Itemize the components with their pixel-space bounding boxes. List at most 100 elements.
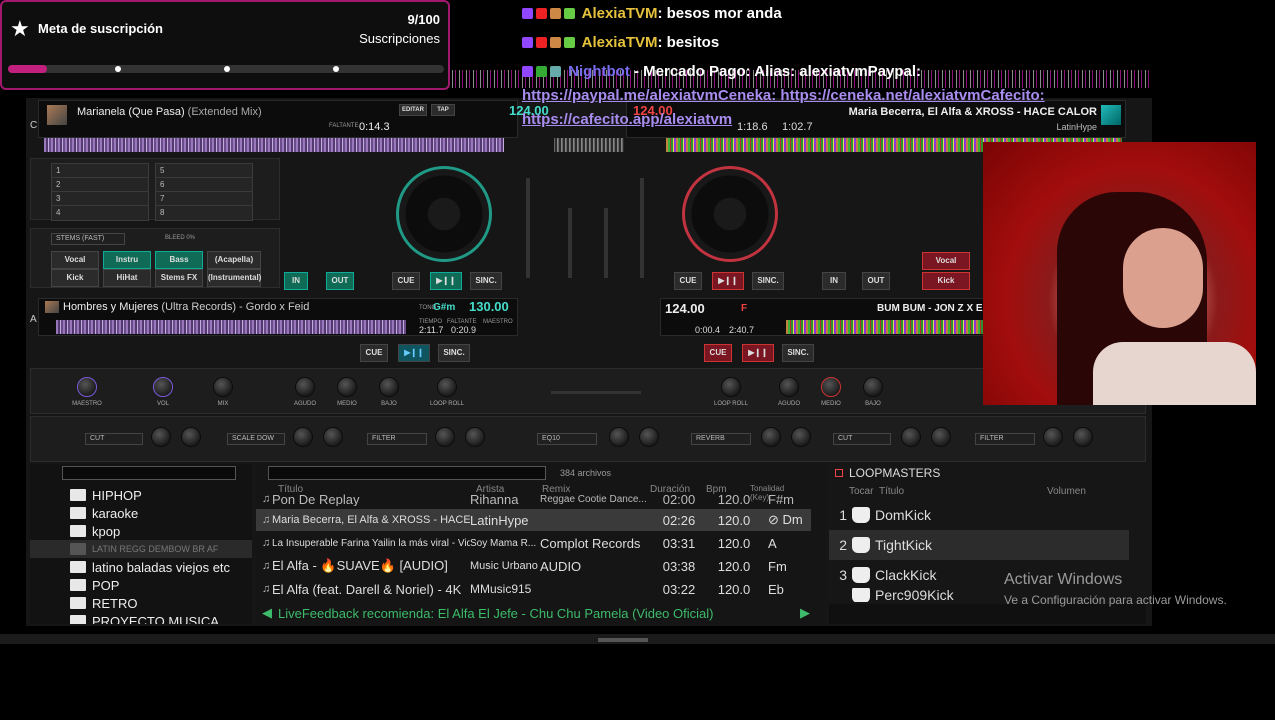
fx-res-knob-b[interactable] [1073, 427, 1093, 447]
folder-item[interactable]: latino baladas viejos etc [30, 558, 252, 576]
stems-mode-dropdown[interactable]: STEMS (FAST) [51, 233, 125, 245]
fx-cut-dropdown-b[interactable]: CUT [833, 433, 891, 445]
vol-knob[interactable] [153, 377, 173, 397]
stem-fx-button[interactable]: Stems FX [155, 269, 203, 287]
stem-bass-button[interactable]: Bass [155, 251, 203, 269]
edit-button[interactable]: EDITAR [399, 104, 427, 116]
fx-len-knob-b2[interactable] [931, 427, 951, 447]
track-search-input[interactable] [268, 466, 546, 480]
fx-pos-knob-b[interactable] [1043, 427, 1063, 447]
play-button-d[interactable]: ▶❙❙ [712, 272, 744, 290]
mix-knob[interactable] [213, 377, 233, 397]
stem-kick-button-d[interactable]: Kick [922, 272, 970, 290]
prev-arrow-icon[interactable]: ◀ [262, 605, 272, 621]
track-row[interactable]: ♫ El Alfa - 🔥SUAVE🔥 [AUDIO] Music Urbano… [256, 555, 811, 577]
tap-button[interactable]: TAP [431, 104, 455, 116]
loop-out-button-c[interactable]: OUT [326, 272, 354, 290]
cue-button-d[interactable]: CUE [674, 272, 702, 290]
play-button-a[interactable]: ▶❙❙ [398, 344, 430, 362]
next-arrow-icon[interactable]: ▶ [800, 605, 810, 621]
fx-filter-dropdown-a[interactable]: FILTER [367, 433, 427, 445]
hotcue-8[interactable]: 8 [155, 205, 253, 221]
sync-button-b[interactable]: SINC. [782, 344, 814, 362]
cue-button-b[interactable]: CUE [704, 344, 732, 362]
sample-item[interactable]: 1 DomKick [829, 500, 1129, 530]
fx-cut-dropdown-a[interactable]: CUT [85, 433, 143, 445]
sync-button-a[interactable]: SINC. [438, 344, 470, 362]
fx-scale-down-dropdown[interactable]: SCALE DOW [227, 433, 285, 445]
deck-c-jog-wheel[interactable] [396, 166, 492, 262]
track-row-highlighted[interactable]: ♫ Maria Becerra, El Alfa & XROSS - HACE … [256, 509, 811, 531]
volume-fader-d[interactable] [604, 208, 608, 278]
folder-item[interactable]: HIPHOP [30, 486, 252, 504]
chat-user[interactable]: Nightbot [568, 63, 630, 80]
pitch-slider-c[interactable] [526, 178, 530, 278]
folder-item[interactable]: RETRO [30, 594, 252, 612]
loop-in-button-c[interactable]: IN [284, 272, 308, 290]
track-row[interactable]: ♫ La Insuperable Farina Yailin la más vi… [256, 532, 811, 554]
loop-roll-knob-b[interactable] [721, 377, 741, 397]
fx-str-knob-a2[interactable] [293, 427, 313, 447]
fx-len-knob-a[interactable] [181, 427, 201, 447]
fx-filter-dropdown-b[interactable]: FILTER [975, 433, 1035, 445]
fx-eq-dropdown[interactable]: EQ10 [537, 433, 597, 445]
agudo-knob-a[interactable] [295, 377, 315, 397]
sword-badge-icon [564, 8, 575, 19]
taskbar-scroll-thumb[interactable] [598, 638, 648, 642]
folder-search[interactable] [62, 466, 236, 480]
play-button-c[interactable]: ▶❙❙ [430, 272, 462, 290]
stem-vocal-button-d[interactable]: Vocal [922, 252, 970, 270]
maestro-knob[interactable] [77, 377, 97, 397]
fx-str-knob-a[interactable] [151, 427, 171, 447]
folder-item-selected[interactable]: LATIN REGG DEMBOW BR AF [30, 540, 252, 558]
eq-32hz-knob[interactable] [609, 427, 629, 447]
stem-acapella-button[interactable]: (Acapella) [207, 251, 261, 269]
hotcue-4[interactable]: 4 [51, 205, 149, 221]
fx-pos-knob-a[interactable] [435, 427, 455, 447]
track-key: Fm [768, 558, 787, 574]
stem-vocal-button[interactable]: Vocal [51, 251, 99, 269]
fx-res-knob-a[interactable] [465, 427, 485, 447]
medio-knob-b[interactable] [821, 377, 841, 397]
stem-hihat-button[interactable]: HiHat [103, 269, 151, 287]
deck-d-jog-wheel[interactable] [682, 166, 778, 262]
bajo-knob-a[interactable] [379, 377, 399, 397]
stem-instrumental-button[interactable]: (Instrumental) [207, 269, 261, 287]
track-row[interactable]: ♫ Pon De Replay Rihanna Reggae Cootie Da… [256, 492, 811, 506]
pitch-slider-d[interactable] [640, 178, 644, 278]
bajo-knob-b[interactable] [863, 377, 883, 397]
sample-item-selected[interactable]: 2 TightKick [829, 530, 1129, 560]
stem-instru-button[interactable]: Instru [103, 251, 151, 269]
chat-user[interactable]: AlexiaTVM [582, 5, 658, 22]
fx-len-knob-a2[interactable] [323, 427, 343, 447]
track-row[interactable]: ♫ El Alfa (feat. Darell & Noriel) - 4K M… [256, 578, 811, 600]
play-button-b[interactable]: ▶❙❙ [742, 344, 774, 362]
chat-link-line[interactable]: https://cafecito.app/alexiatvm [522, 111, 732, 128]
sync-button-c[interactable]: SINC. [470, 272, 502, 290]
loop-out-button-d[interactable]: OUT [862, 272, 890, 290]
fx-reverb-dropdown[interactable]: REVERB [691, 433, 751, 445]
folder-item[interactable]: kpop [30, 522, 252, 540]
cue-button-c[interactable]: CUE [392, 272, 420, 290]
medio-knob-a[interactable] [337, 377, 357, 397]
cue-button-a[interactable]: CUE [360, 344, 388, 362]
fx-dec-knob-b[interactable] [791, 427, 811, 447]
stem-kick-button[interactable]: Kick [51, 269, 99, 287]
volume-fader-c[interactable] [568, 208, 572, 278]
loop-roll-knob-a[interactable] [437, 377, 457, 397]
fx-str-knob-b2[interactable] [901, 427, 921, 447]
chat-message: Nightbot - Mercado Pago: Alias: alexiatv… [522, 63, 921, 80]
record-icon[interactable] [835, 469, 843, 477]
folder-item[interactable]: POP [30, 576, 252, 594]
fx-str-knob-b[interactable] [761, 427, 781, 447]
agudo-knob-b[interactable] [779, 377, 799, 397]
chat-user[interactable]: AlexiaTVM [582, 34, 658, 51]
folder-item[interactable]: PROYECTO MUSICA [30, 612, 252, 624]
sync-button-d[interactable]: SINC. [752, 272, 784, 290]
eq-63hz-knob[interactable] [639, 427, 659, 447]
chat-link-line[interactable]: https://paypal.me/alexiatvmCeneka: https… [522, 87, 1045, 104]
crossfader[interactable] [551, 391, 641, 394]
folder-item[interactable]: karaoke [30, 504, 252, 522]
loop-in-button-d[interactable]: IN [822, 272, 846, 290]
livefeedback-bar[interactable]: ◀ LiveFeedback recomienda: El Alfa El Je… [256, 603, 816, 623]
